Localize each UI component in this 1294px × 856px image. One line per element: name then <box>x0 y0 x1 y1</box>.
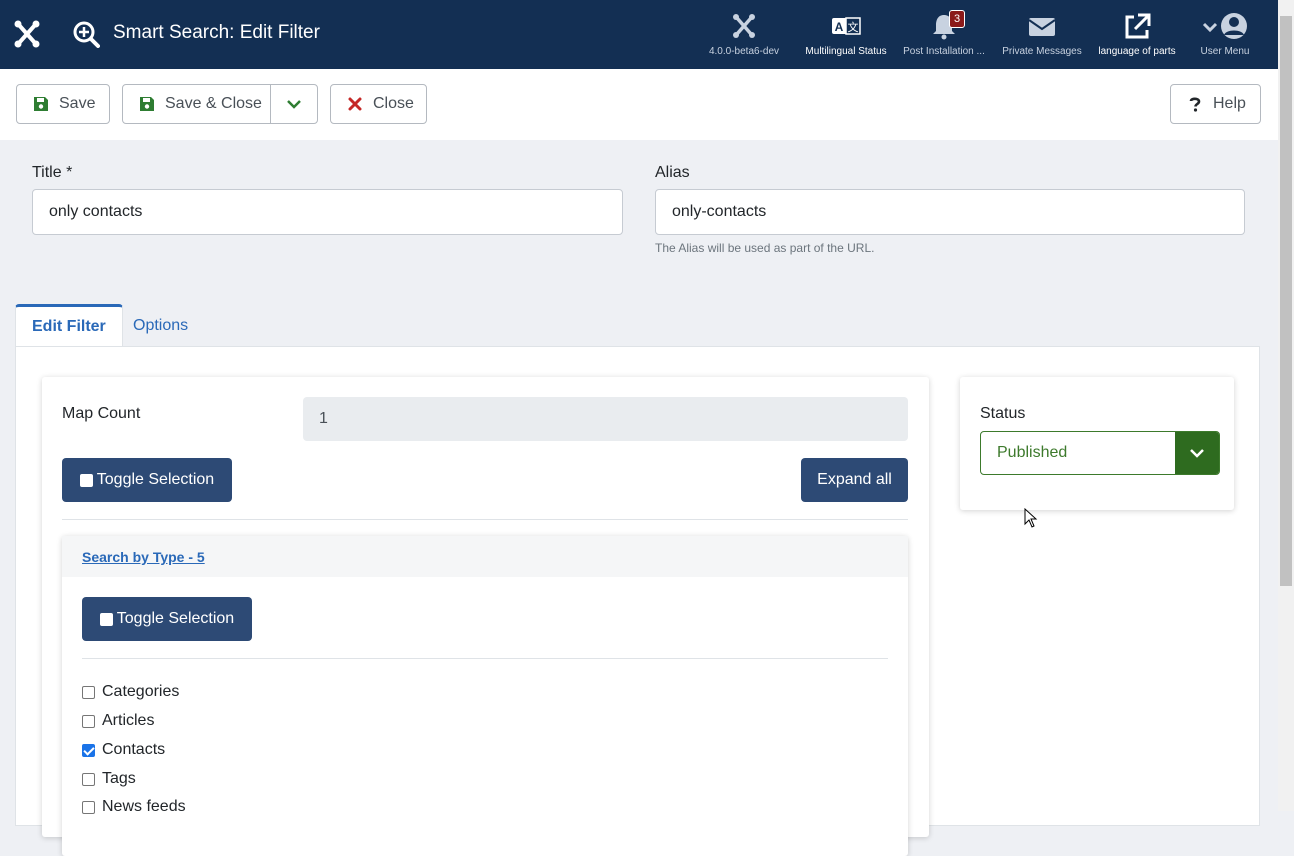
main-content: Title * Alias The Alias will be used as … <box>0 140 1278 856</box>
checkbox-contacts[interactable]: Contacts <box>82 741 165 759</box>
checkbox-articles[interactable]: Articles <box>82 712 154 730</box>
header-item-version[interactable]: 4.0.0-beta6-dev <box>696 12 792 57</box>
search-by-type-card: Search by Type - 5 Toggle Selection Cate… <box>62 536 908 856</box>
checkbox[interactable] <box>82 685 95 699</box>
header-item-label: 4.0.0-beta6-dev <box>708 46 780 57</box>
status-label: Status <box>980 405 1026 422</box>
save-icon <box>34 97 48 111</box>
checkbox-label: News feeds <box>102 798 186 815</box>
header-item-post-installation[interactable]: 3 Post Installation ... <box>896 10 992 57</box>
save-button[interactable]: Save <box>16 84 110 124</box>
status-value: Published <box>997 444 1068 461</box>
divider <box>82 658 888 659</box>
mouse-cursor-icon <box>1024 508 1038 528</box>
header-item-private-messages[interactable]: Private Messages <box>994 12 1090 57</box>
notification-badge: 3 <box>949 10 966 28</box>
language-icon: A 文 <box>832 17 861 35</box>
joomla-icon <box>733 14 755 38</box>
app-header: Smart Search: Edit Filter 4.0.0-beta6-de… <box>0 0 1278 69</box>
envelope-icon <box>1028 18 1056 36</box>
checkbox[interactable] <box>82 800 95 814</box>
close-label: Close <box>373 95 414 112</box>
help-button[interactable]: Help <box>1170 84 1261 124</box>
square-icon <box>79 473 93 487</box>
header-item-label: Private Messages <box>1002 46 1082 57</box>
checkbox-tags[interactable]: Tags <box>82 770 136 788</box>
tab-edit-filter[interactable]: Edit Filter <box>15 304 123 347</box>
svg-text:A: A <box>835 20 844 34</box>
alias-hint: The Alias will be used as part of the UR… <box>655 241 875 255</box>
chevron-down-icon <box>1190 449 1204 458</box>
toggle-selection-button[interactable]: Toggle Selection <box>62 458 232 502</box>
checkbox-checked[interactable] <box>82 743 95 757</box>
checkbox-label: Articles <box>102 712 155 729</box>
square-icon <box>99 612 113 626</box>
search-by-type-header: Search by Type - 5 <box>62 536 908 577</box>
alias-input[interactable] <box>655 189 1245 235</box>
save-icon <box>140 97 154 111</box>
header-item-user-menu[interactable]: User Menu <box>1177 12 1273 57</box>
title-input[interactable] <box>32 189 623 235</box>
save-close-button[interactable]: Save & Close <box>122 84 271 124</box>
page-scrollbar[interactable] <box>1278 0 1294 811</box>
expand-all-button[interactable]: Expand all <box>801 458 908 502</box>
divider <box>62 519 908 520</box>
alias-label: Alias <box>655 164 690 181</box>
tab-panel: Map Count 1 Toggle Selection Expand all … <box>15 346 1260 856</box>
status-select[interactable]: Published <box>980 431 1220 475</box>
toggle-selection-label: Toggle Selection <box>96 471 215 488</box>
checkbox-news-feeds[interactable]: News feeds <box>82 798 186 816</box>
header-item-language-of-parts[interactable]: language of parts <box>1089 12 1185 57</box>
page-title: Smart Search: Edit Filter <box>113 22 320 43</box>
checkbox-label: Tags <box>102 770 136 787</box>
save-label: Save <box>59 95 96 112</box>
status-card: Status Published <box>960 377 1234 510</box>
close-button[interactable]: Close <box>330 84 427 124</box>
checkbox[interactable] <box>82 714 95 728</box>
checkbox-label: Categories <box>102 683 180 700</box>
map-count-label: Map Count <box>62 405 141 422</box>
save-close-label: Save & Close <box>165 95 262 112</box>
external-link-icon <box>1125 13 1151 39</box>
joomla-logo-icon[interactable] <box>14 20 40 48</box>
status-dropdown-toggle[interactable] <box>1175 432 1219 474</box>
svg-text:文: 文 <box>848 20 859 34</box>
header-item-label: Multilingual Status <box>805 46 887 57</box>
header-item-multilingual-status[interactable]: A 文 Multilingual Status <box>798 12 894 57</box>
checkbox[interactable] <box>82 772 95 786</box>
title-label: Title * <box>32 164 73 181</box>
header-item-label: language of parts <box>1098 46 1176 57</box>
user-icon <box>1202 13 1247 39</box>
scrollbar-thumb[interactable] <box>1280 16 1292 586</box>
header-item-label: Post Installation ... <box>903 46 985 57</box>
question-icon <box>1189 97 1201 112</box>
filter-card: Map Count 1 Toggle Selection Expand all … <box>42 377 929 856</box>
group-toggle-selection-label: Toggle Selection <box>116 610 235 627</box>
save-dropdown-toggle[interactable] <box>270 84 318 124</box>
checkbox-categories[interactable]: Categories <box>82 683 179 701</box>
toolbar: Save Save & Close Close Help <box>0 69 1278 140</box>
header-item-label: User Menu <box>1200 46 1250 57</box>
search-by-type-link[interactable]: Search by Type - 5 <box>82 549 205 565</box>
chevron-down-icon <box>287 100 301 109</box>
group-toggle-selection-button[interactable]: Toggle Selection <box>82 597 252 641</box>
map-count-field: 1 <box>303 397 908 441</box>
search-plus-icon <box>73 21 100 48</box>
close-icon <box>348 97 362 111</box>
tab-options[interactable]: Options <box>117 305 204 347</box>
help-label: Help <box>1213 95 1246 112</box>
checkbox-label: Contacts <box>102 741 166 758</box>
